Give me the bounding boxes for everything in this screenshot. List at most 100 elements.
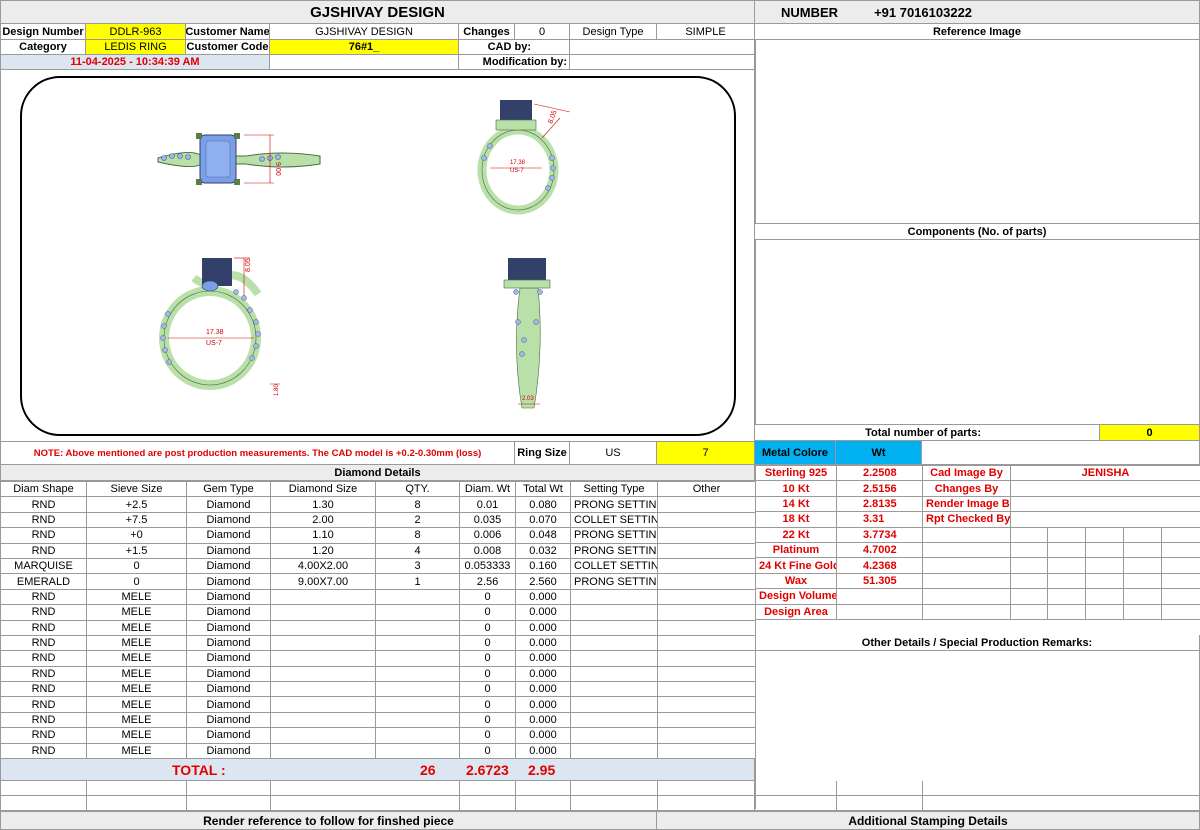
dim-side-us: US-7 [206, 340, 222, 347]
reference-image-area [755, 40, 1200, 224]
diamond-cell [657, 588, 756, 606]
diamond-cell [570, 696, 658, 713]
total-diam-wt: 2.6723 [466, 762, 509, 778]
diamond-cell: Diamond [186, 696, 271, 713]
diamond-cell [270, 696, 376, 713]
diamond-cell [657, 727, 756, 744]
metal-name: 18 Kt [755, 511, 837, 528]
diamond-cell [375, 681, 460, 698]
diamond-cell: 0 [459, 742, 516, 760]
diamond-cell: MELE [86, 711, 187, 729]
diamond-cell [570, 711, 658, 729]
diamond-cell [570, 742, 658, 760]
table-row: RND MELE Diamond 0 0.000 [0, 696, 756, 713]
diamond-cell: Diamond [186, 665, 271, 683]
metal-empty-cell [1047, 603, 1086, 620]
metal-row: Design Volume [755, 588, 1200, 605]
metal-weight [836, 588, 923, 605]
dim-side-height: 8.05 [245, 258, 252, 272]
metal-empty-cell [1047, 572, 1086, 590]
diamond-cell: 0 [459, 665, 516, 683]
metal-name: Design Volume [755, 588, 837, 605]
metal-empty-cell [1123, 526, 1162, 543]
diamond-cell: 0.000 [515, 727, 571, 744]
diamond-cell: MELE [86, 634, 187, 652]
metal-row: Design Area [755, 603, 1200, 620]
metal-empty-cell [1161, 588, 1200, 605]
diamond-cell: Diamond [186, 588, 271, 606]
total-parts-value: 0 [1100, 425, 1200, 441]
components-area [755, 240, 1200, 425]
diamond-cell: 2.56 [459, 573, 516, 590]
diamond-cell: 0.008 [459, 542, 516, 559]
metal-empty-cell [1085, 526, 1124, 543]
customer-code-label: Customer Code [186, 40, 270, 55]
category-value: LEDIS RING [86, 40, 186, 55]
diamond-cell: Diamond [186, 557, 271, 575]
diamond-cell: PRONG SETTING [570, 527, 658, 544]
diamond-cell: RND [0, 742, 87, 760]
diamond-cell [270, 619, 376, 636]
diamond-cell: Diamond [186, 711, 271, 729]
diamond-cell: 3 [375, 557, 460, 575]
metal-empty-cell [922, 588, 1011, 605]
modification-label: Modification by: [459, 55, 570, 70]
design-number-value: DDLR-963 [86, 24, 186, 40]
credit-value [1010, 480, 1200, 497]
diamond-cell: Diamond [186, 542, 271, 559]
diamond-cell [570, 619, 658, 636]
diamond-cell: 0 [459, 711, 516, 729]
diamond-cell: 0.000 [515, 619, 571, 636]
diamond-cell: 0 [459, 619, 516, 636]
metal-weight: 2.2508 [836, 464, 923, 482]
metal-empty-cell [922, 541, 1011, 559]
diamond-cell: COLLET SETTING [570, 511, 658, 529]
metal-name: 14 Kt [755, 495, 837, 513]
diamond-cell: MARQUISE [0, 557, 87, 575]
metal-empty-cell [1010, 588, 1048, 605]
customer-name-label: Customer Name [186, 24, 270, 40]
diamond-cell: 1 [375, 573, 460, 590]
diamond-cell: 8 [375, 527, 460, 544]
diamond-cell [570, 681, 658, 698]
diamond-cell: +7.5 [86, 511, 187, 529]
diamond-cell: 0.000 [515, 604, 571, 621]
diamond-cell: 0.000 [515, 588, 571, 606]
diamond-cell [375, 711, 460, 729]
diamond-cell: 4 [375, 542, 460, 559]
diamond-header-row: Diam Shape Sieve Size Gem Type Diamond Size… [0, 480, 756, 498]
diamond-cell [657, 681, 756, 698]
ring-view-side: 8.05 17.38 US-7 1.80 [159, 257, 280, 396]
table-row: RND MELE Diamond 0 0.000 [0, 650, 756, 667]
diamond-cell: +1.5 [86, 542, 187, 559]
diamond-cell: Diamond [186, 573, 271, 590]
diamond-cell: 1.10 [270, 527, 376, 544]
diamond-cell: 4.00X2.00 [270, 557, 376, 575]
diamond-cell: 0.035 [459, 511, 516, 529]
diamond-cell: RND [0, 634, 87, 652]
other-details-label: Other Details / Special Production Remar… [755, 635, 1200, 651]
diamond-cell: 0 [459, 696, 516, 713]
diamond-cell: RND [0, 542, 87, 559]
company-title: GJSHIVAY DESIGN [0, 0, 755, 24]
metal-weight [836, 603, 923, 620]
diamond-cell: 0 [459, 634, 516, 652]
diamond-cell [657, 711, 756, 729]
design-type-value: SIMPLE [657, 24, 755, 40]
diamond-cell [375, 650, 460, 667]
customer-code-value: 76#1_ [270, 40, 459, 55]
diamond-cell [270, 650, 376, 667]
metal-empty-cell [1161, 557, 1200, 574]
diamond-cell [570, 665, 658, 683]
metal-empty-cell [1047, 557, 1086, 574]
diamond-cell: RND [0, 681, 87, 698]
diamond-cell [657, 619, 756, 636]
metal-empty-cell [1161, 526, 1200, 543]
diamond-cell [270, 634, 376, 652]
diamond-cell [270, 588, 376, 606]
table-row: RND MELE Diamond 0 0.000 [0, 634, 756, 652]
diamond-cell: +0 [86, 527, 187, 544]
diamond-cell [375, 634, 460, 652]
table-row: RND +0 Diamond 1.10 8 0.006 0.048 PRONG SETTING [0, 527, 756, 544]
diamond-cell: 2 [375, 511, 460, 529]
